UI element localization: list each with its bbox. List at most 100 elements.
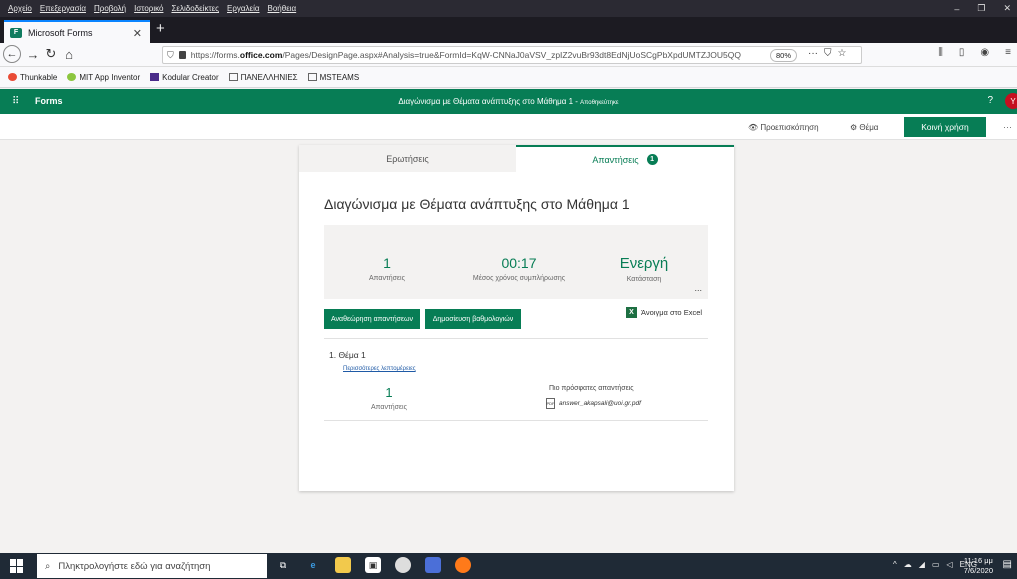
search-icon: ⌕	[45, 560, 51, 572]
forms-app-bar: ⠿ Forms Διαγώνισμα με Θέματα ανάπτυξης σ…	[0, 89, 1017, 114]
pocket-icon[interactable]: ⛉	[824, 48, 832, 59]
menu-bar: Αρχείο Επεξεργασία Προβολή Ιστορικό Σελι…	[0, 0, 1017, 17]
palette-icon: ⚙	[850, 123, 858, 132]
bookmark-folder-msteams[interactable]: MSTEAMS	[307, 73, 359, 82]
taskbar: ⌕ Πληκτρολογήστε εδώ για αναζήτηση ⧉ e ▣…	[0, 553, 1017, 579]
recent-responses-label: Πιο πρόσφατες απαντήσεις	[549, 385, 634, 392]
menu-view[interactable]: Προβολή	[94, 4, 126, 13]
menu-edit[interactable]: Επεξεργασία	[40, 4, 86, 13]
back-arrow-icon[interactable]: ←	[3, 45, 21, 63]
tab-bar: F Microsoft Forms ✕ +	[0, 17, 1017, 43]
preview-button[interactable]: 👁 Προεπισκόπηση	[748, 123, 819, 132]
menu-file[interactable]: Αρχείο	[8, 4, 32, 13]
notifications-icon[interactable]: ▤	[1003, 559, 1012, 570]
stat-responses: 1 Απαντήσεις	[369, 255, 405, 282]
toolbar-right: ⫼ ▯ ◉ ≡	[938, 47, 1011, 58]
url-actions: ··· ⛉ ☆	[808, 48, 846, 59]
form-tabs: Ερωτήσεις Απαντήσεις 1	[299, 145, 734, 172]
more-options-icon[interactable]: ···	[1003, 122, 1012, 132]
minimize-button[interactable]: –	[954, 4, 959, 14]
bookmarks-toolbar: Thunkable MIT App Inventor Kodular Creat…	[0, 67, 1017, 88]
divider	[324, 338, 708, 339]
folder-icon	[228, 73, 238, 81]
command-bar: 👁 Προεπισκόπηση ⚙ Θέμα Κοινή χρήση ···	[0, 114, 1017, 140]
battery-icon[interactable]: ▭	[932, 560, 940, 569]
taskbar-search-input[interactable]: ⌕ Πληκτρολογήστε εδώ για αναζήτηση	[37, 554, 267, 578]
question-response-count: 1 Απαντήσεις	[371, 385, 407, 411]
stat-status: Ενεργή Κατάσταση	[619, 255, 669, 283]
network-icon[interactable]: ◢	[919, 560, 925, 569]
open-in-excel-button[interactable]: X Άνοιγμα στο Excel	[626, 307, 702, 318]
camera-icon[interactable]	[395, 557, 411, 573]
zoom-level-badge[interactable]: 80%	[770, 49, 798, 62]
responses-count-badge: 1	[646, 154, 658, 165]
windows-start-icon[interactable]	[10, 559, 24, 573]
firefox-icon[interactable]	[455, 557, 471, 573]
header-form-title: Διαγώνισμα με Θέματα ανάπτυξης στο Μάθημ…	[398, 97, 619, 106]
file-explorer-icon[interactable]	[335, 557, 351, 573]
menu-tools[interactable]: Εργαλεία	[227, 4, 259, 13]
share-button[interactable]: Κοινή χρήση	[904, 117, 986, 137]
eye-icon: 👁	[748, 123, 759, 132]
new-tab-button[interactable]: +	[156, 20, 165, 37]
bookmark-kodular-creator[interactable]: Kodular Creator	[150, 73, 219, 82]
page-actions-icon[interactable]: ···	[808, 48, 818, 59]
account-icon[interactable]: ◉	[980, 47, 989, 58]
edge-icon[interactable]: e	[305, 557, 321, 573]
review-answers-button[interactable]: Αναθεώρηση απαντήσεων	[324, 309, 420, 329]
bookmark-star-icon[interactable]: ☆	[838, 48, 847, 59]
bookmark-mit-app-inventor[interactable]: MIT App Inventor	[67, 73, 140, 82]
help-icon[interactable]: ?	[987, 95, 993, 106]
library-icon[interactable]: ⫼	[938, 47, 943, 58]
tab-questions[interactable]: Ερωτήσεις	[299, 145, 516, 172]
sidebar-icon[interactable]: ▯	[959, 47, 965, 58]
menu-help[interactable]: Βοήθεια	[268, 4, 297, 13]
menu-history[interactable]: Ιστορικό	[134, 4, 163, 13]
bookmark-thunkable[interactable]: Thunkable	[8, 73, 57, 82]
question-title: 1. Θέμα 1	[329, 350, 366, 360]
store-icon[interactable]: ▣	[365, 557, 381, 573]
lock-icon[interactable]	[178, 51, 186, 59]
browser-tab[interactable]: F Microsoft Forms ✕	[4, 20, 150, 43]
excel-icon: X	[626, 307, 637, 318]
recent-file-link[interactable]: PDF answer_akapsali@uoi.gr.pdf	[546, 398, 641, 409]
tab-responses[interactable]: Απαντήσεις 1	[516, 145, 734, 172]
thunkable-icon	[8, 73, 17, 81]
tab-title: Microsoft Forms	[28, 27, 93, 38]
task-view-icon[interactable]: ⧉	[275, 557, 291, 573]
divider	[324, 420, 708, 421]
kodular-icon	[150, 73, 160, 81]
maximize-button[interactable]: ❐	[977, 3, 985, 14]
saved-status: Αποθηκεύτηκε	[580, 100, 619, 106]
reload-icon[interactable]: ↻	[42, 45, 60, 63]
onedrive-icon[interactable]: ☁	[904, 560, 912, 569]
theme-button[interactable]: ⚙ Θέμα	[850, 123, 878, 132]
bookmark-folder-panellinies[interactable]: ΠΑΝΕΛΛΗΝΙΕΣ	[228, 73, 298, 82]
taskbar-clock[interactable]: 11:16 μμ 7/6/2020	[964, 556, 993, 576]
window-controls: – ❐ ✕	[954, 0, 1011, 17]
tab-close-icon[interactable]: ✕	[133, 27, 142, 40]
tracking-shield-icon[interactable]: ⛉	[167, 50, 174, 61]
stat-average-time: 00:17 Μέσος χρόνος συμπλήρωσης	[472, 255, 566, 282]
volume-icon[interactable]: ◁	[947, 560, 953, 569]
close-window-button[interactable]: ✕	[1003, 3, 1011, 14]
taskbar-apps: ⧉ e ▣	[275, 557, 471, 573]
app-icon[interactable]	[425, 557, 441, 573]
forms-favicon-icon: F	[10, 27, 22, 38]
responses-card: Ερωτήσεις Απαντήσεις 1 Διαγώνισμα με Θέμ…	[299, 145, 734, 491]
more-details-link[interactable]: Περισσότερες λεπτομέρειες	[343, 366, 416, 372]
summary-stats: 1 Απαντήσεις 00:17 Μέσος χρόνος συμπλήρω…	[324, 225, 708, 299]
show-hidden-icons-icon[interactable]: ^	[893, 560, 897, 569]
stats-more-options-icon[interactable]: ...	[694, 283, 702, 293]
home-icon[interactable]: ⌂	[60, 45, 78, 63]
address-bar[interactable]: ⛉ https://forms.office.com/Pages/DesignP…	[162, 46, 862, 64]
mit-app-inventor-icon	[67, 73, 77, 81]
menu-bookmarks[interactable]: Σελιδοδείκτες	[171, 4, 219, 13]
forward-arrow-icon[interactable]: →	[24, 45, 42, 63]
publish-scores-button[interactable]: Δημοσίευση βαθμολογιών	[425, 309, 521, 329]
folder-icon	[307, 73, 317, 81]
user-avatar[interactable]: Y	[1005, 93, 1017, 109]
pdf-file-icon: PDF	[546, 398, 555, 409]
navigation-bar: ← → ↻ ⌂ ⛉ https://forms.office.com/Pages…	[0, 43, 1017, 67]
hamburger-menu-icon[interactable]: ≡	[1005, 47, 1011, 58]
